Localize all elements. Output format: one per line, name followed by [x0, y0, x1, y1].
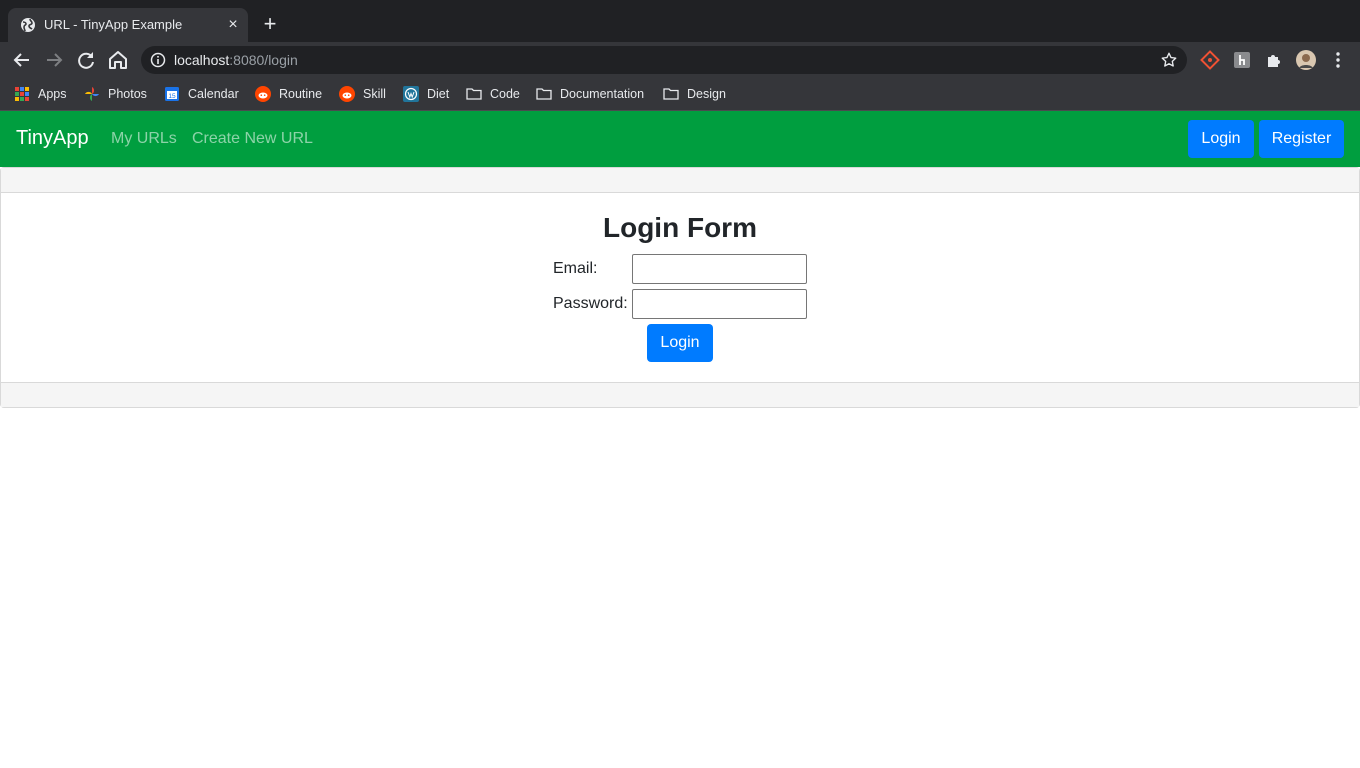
bookmark-diet[interactable]: Diet [403, 85, 449, 103]
bookmark-skill[interactable]: Skill [339, 85, 386, 103]
bookmark-label: Calendar [188, 87, 239, 101]
card-footer [1, 382, 1359, 407]
nav-link-create-new-url[interactable]: Create New URL [192, 130, 313, 148]
bookmark-folder-code[interactable]: Code [466, 85, 520, 103]
tab-title: URL - TinyApp Example [44, 17, 183, 32]
browser-menu-icon[interactable] [1328, 50, 1348, 70]
address-url: localhost:8080/login [174, 52, 298, 68]
bookmark-photos[interactable]: Photos [84, 85, 147, 103]
bookmarks-bar: Apps Photos 15 Calendar Routine Skill Di… [0, 78, 1360, 111]
git-extension-icon[interactable] [1200, 50, 1220, 70]
globe-icon [21, 18, 35, 32]
reddit-icon [339, 86, 355, 102]
tab-close-icon[interactable]: × [224, 16, 242, 34]
photos-pinwheel-icon [85, 87, 99, 101]
back-arrow-icon[interactable] [10, 48, 34, 72]
forward-arrow-icon[interactable] [42, 48, 66, 72]
password-label: Password: [553, 295, 628, 312]
navbar-register-button[interactable]: Register [1259, 120, 1344, 158]
bookmark-calendar[interactable]: 15 Calendar [164, 85, 239, 103]
login-submit-button[interactable]: Login [647, 324, 713, 362]
address-bar[interactable]: localhost:8080/login [141, 46, 1187, 74]
password-field[interactable] [632, 289, 807, 319]
apps-grid-icon [15, 87, 29, 101]
card-header [1, 168, 1359, 193]
bookmark-label: Routine [279, 87, 323, 101]
app-navbar: TinyApp My URLs Create New URL Login Reg… [0, 111, 1360, 167]
folder-icon [536, 88, 552, 100]
folder-icon [663, 88, 679, 100]
calendar-icon-day: 15 [168, 93, 176, 100]
browser-tab[interactable]: URL - TinyApp Example × [8, 8, 248, 42]
wordpress-icon [403, 86, 419, 102]
extensions-puzzle-icon[interactable] [1264, 50, 1284, 70]
address-host: localhost [174, 52, 230, 68]
folder-icon [466, 88, 482, 100]
browser-toolbar: localhost:8080/login [0, 42, 1360, 78]
site-info-icon[interactable] [150, 52, 166, 68]
bookmark-folder-documentation[interactable]: Documentation [536, 85, 644, 103]
calendar-icon: 15 [165, 87, 179, 101]
address-path: :8080/login [229, 52, 298, 68]
home-icon[interactable] [106, 48, 130, 72]
nav-link-my-urls[interactable]: My URLs [111, 130, 177, 148]
login-card [0, 167, 1360, 408]
bookmark-label: Skill [363, 87, 386, 101]
extension-h-icon[interactable] [1232, 50, 1252, 70]
bookmark-label: Design [687, 87, 726, 101]
email-field[interactable] [632, 254, 807, 284]
bookmark-label: Documentation [560, 87, 645, 101]
bookmark-star-icon[interactable] [1160, 51, 1178, 69]
bookmark-apps[interactable]: Apps [14, 85, 67, 103]
browser-tab-strip: URL - TinyApp Example × + [0, 0, 1360, 42]
bookmark-label: Diet [427, 87, 450, 101]
bookmark-label: Photos [108, 87, 147, 101]
new-tab-icon[interactable]: + [259, 13, 281, 35]
reload-icon[interactable] [74, 48, 98, 72]
navbar-brand[interactable]: TinyApp [16, 127, 89, 150]
profile-avatar-icon[interactable] [1296, 50, 1316, 70]
reddit-icon [255, 86, 271, 102]
bookmark-label: Code [490, 87, 520, 101]
navbar-login-button[interactable]: Login [1188, 120, 1254, 158]
bookmark-folder-design[interactable]: Design [663, 85, 726, 103]
email-label: Email: [553, 260, 598, 277]
bookmark-routine[interactable]: Routine [255, 85, 322, 103]
bookmark-label: Apps [38, 87, 67, 101]
login-form-title: Login Form [603, 212, 757, 243]
